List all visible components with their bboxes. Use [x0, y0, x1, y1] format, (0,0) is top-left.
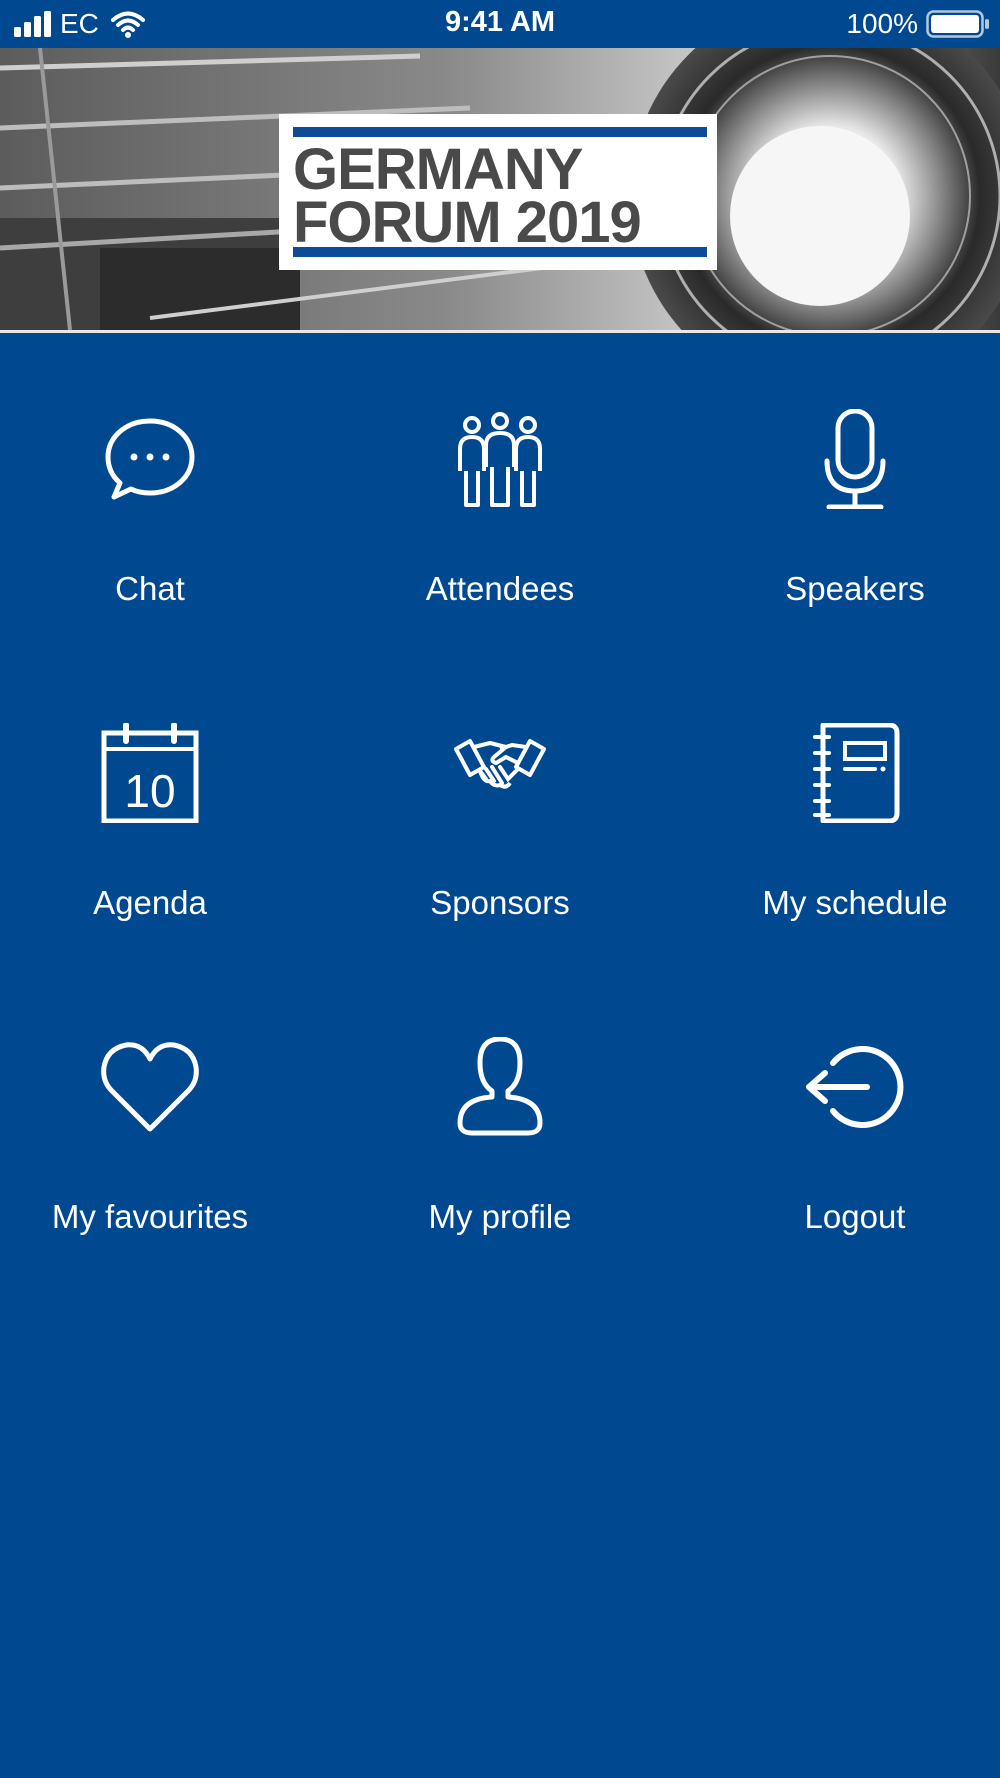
menu-item-my-favourites[interactable]: My favourites	[0, 961, 310, 1235]
menu-item-my-schedule[interactable]: My schedule	[695, 647, 1000, 921]
menu-label-my-favourites: My favourites	[51, 1198, 249, 1235]
calendar-icon: 10	[101, 723, 199, 823]
status-bar: EC 9:41 AM 100%	[0, 0, 1000, 48]
menu-item-chat[interactable]: Chat	[0, 333, 310, 607]
logo-line-2: FORUM 2019	[293, 190, 642, 255]
calendar-icon-day: 10	[124, 765, 175, 817]
battery-percentage: 100%	[846, 8, 918, 39]
battery-icon	[926, 10, 989, 38]
menu-item-speakers[interactable]: Speakers	[695, 333, 1000, 607]
menu-label-logout: Logout	[804, 1198, 906, 1235]
status-right: 100%	[846, 8, 990, 40]
logout-icon	[806, 1046, 904, 1128]
menu-label-sponsors: Sponsors	[430, 884, 570, 921]
user-icon	[457, 1037, 543, 1136]
menu-item-attendees[interactable]: Attendees	[340, 333, 660, 607]
event-banner: GERMANY FORUM 2019	[0, 48, 1000, 333]
menu-item-agenda[interactable]: 10 Agenda	[0, 647, 310, 921]
menu-label-my-schedule: My schedule	[762, 884, 948, 921]
handshake-icon	[454, 739, 546, 789]
logo-rule-top	[293, 127, 707, 137]
people-group-icon	[458, 412, 542, 507]
menu-label-speakers: Speakers	[785, 570, 925, 607]
logo-rule-bottom	[293, 247, 707, 257]
menu-label-attendees: Attendees	[425, 570, 575, 607]
menu-label-chat: Chat	[115, 570, 185, 607]
heart-icon	[101, 1042, 199, 1132]
menu-label-my-profile: My profile	[428, 1198, 572, 1235]
menu-item-sponsors[interactable]: Sponsors	[340, 647, 660, 921]
chat-bubble-icon	[105, 418, 195, 500]
microphone-icon	[824, 409, 886, 509]
event-logo: GERMANY FORUM 2019	[279, 114, 717, 270]
menu-item-logout[interactable]: Logout	[695, 961, 1000, 1235]
notebook-icon	[813, 723, 900, 823]
menu-item-my-profile[interactable]: My profile	[340, 961, 660, 1235]
menu-label-agenda: Agenda	[93, 884, 207, 921]
